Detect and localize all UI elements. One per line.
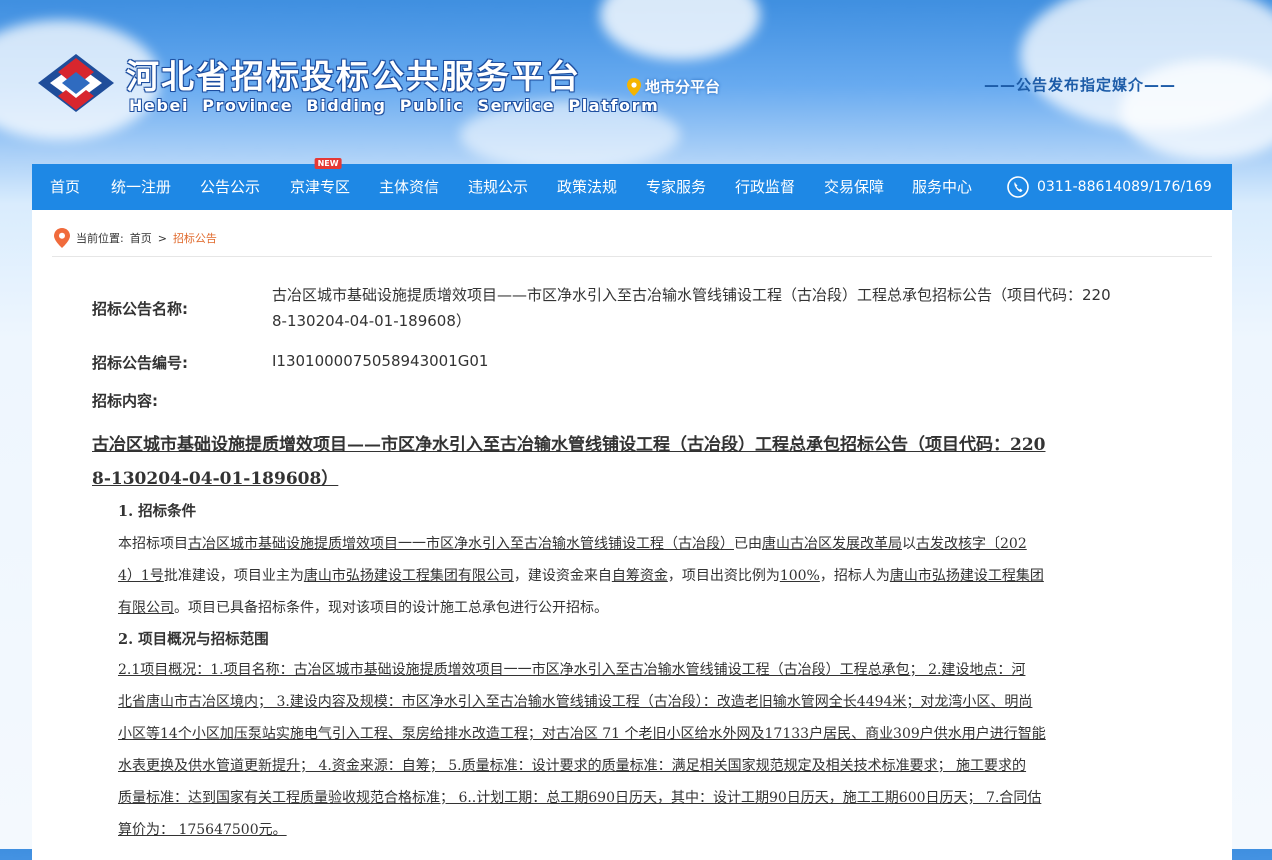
site-header: 河北省招标投标公共服务平台 Hebei Province Bidding Pub… bbox=[0, 0, 1272, 164]
notice-name-value: 古冶区城市基础设施提质增效项目——市区净水引入至古冶输水管线铺设工程（古冶段）工… bbox=[272, 286, 1111, 330]
breadcrumb-home[interactable]: 首页 bbox=[130, 230, 152, 246]
nav-item-home[interactable]: 首页 bbox=[50, 164, 80, 210]
nav-item-experts[interactable]: 专家服务 bbox=[646, 164, 706, 210]
city-platform-link[interactable]: 地市分平台 bbox=[627, 76, 720, 97]
notice-content-label: 招标内容: bbox=[92, 392, 158, 410]
breadcrumb: 当前位置: 首页 > 招标公告 bbox=[54, 228, 217, 248]
hotline-number: 0311-88614089/176/169 bbox=[1037, 179, 1212, 195]
location-pin-icon bbox=[54, 228, 70, 248]
breadcrumb-separator: > bbox=[157, 231, 167, 245]
phone-icon bbox=[1007, 176, 1029, 198]
site-logo-icon[interactable] bbox=[36, 52, 116, 114]
main-nav: 首页 统一注册 公告公示 京津专区 NEW 主体资信 违规公示 政策法规 专家服… bbox=[32, 158, 1232, 210]
nav-item-credit[interactable]: 主体资信 bbox=[379, 164, 439, 210]
notice-name-label: 招标公告名称: bbox=[92, 300, 188, 318]
section-title: 1. 招标条件 bbox=[118, 503, 197, 520]
notice-code-label: 招标公告编号: bbox=[92, 354, 188, 372]
nav-item-policy[interactable]: 政策法规 bbox=[557, 164, 617, 210]
section-paragraph: 2.1项目概况：1.项目名称：古冶区城市基础设施提质增效项目一一市区净水引入至古… bbox=[118, 662, 1046, 838]
divider bbox=[52, 256, 1212, 257]
hotline: 0311-88614089/176/169 bbox=[1007, 164, 1212, 210]
site-subtitle: Hebei Province Bidding Public Service Pl… bbox=[129, 96, 660, 115]
nav-item-announcements[interactable]: 公告公示 bbox=[200, 164, 260, 210]
section-paragraph: 本招标项目古冶区城市基础设施提质增效项目一一市区净水引入至古冶输水管线铺设工程（… bbox=[118, 536, 1044, 616]
nav-item-violations[interactable]: 违规公示 bbox=[468, 164, 528, 210]
site-title[interactable]: 河北省招标投标公共服务平台 bbox=[126, 50, 581, 98]
notice-code-value: I1301000075058943001G01 bbox=[272, 352, 489, 370]
nav-item-register[interactable]: 统一注册 bbox=[111, 164, 171, 210]
nav-item-supervision[interactable]: 行政监督 bbox=[735, 164, 795, 210]
document-title: 古冶区城市基础设施提质增效项目——市区净水引入至古冶输水管线铺设工程（古冶段）工… bbox=[92, 435, 1046, 489]
nav-item-jingjin[interactable]: 京津专区 NEW bbox=[290, 158, 350, 210]
new-badge: NEW bbox=[314, 158, 342, 169]
breadcrumb-current[interactable]: 招标公告 bbox=[173, 230, 217, 246]
section-title: 2. 项目概况与招标范围 bbox=[118, 631, 269, 648]
content-panel: 当前位置: 首页 > 招标公告 招标公告名称: 古冶区城市基础设施提质增效项目—… bbox=[32, 210, 1232, 860]
nav-item-service-center[interactable]: 服务中心 bbox=[912, 164, 972, 210]
slogan: ——公告发布指定媒介—— bbox=[984, 76, 1177, 94]
nav-item-guarantee[interactable]: 交易保障 bbox=[824, 164, 884, 210]
breadcrumb-prefix: 当前位置: bbox=[76, 232, 124, 245]
location-pin-icon bbox=[627, 77, 641, 96]
city-platform-label: 地市分平台 bbox=[645, 78, 721, 96]
